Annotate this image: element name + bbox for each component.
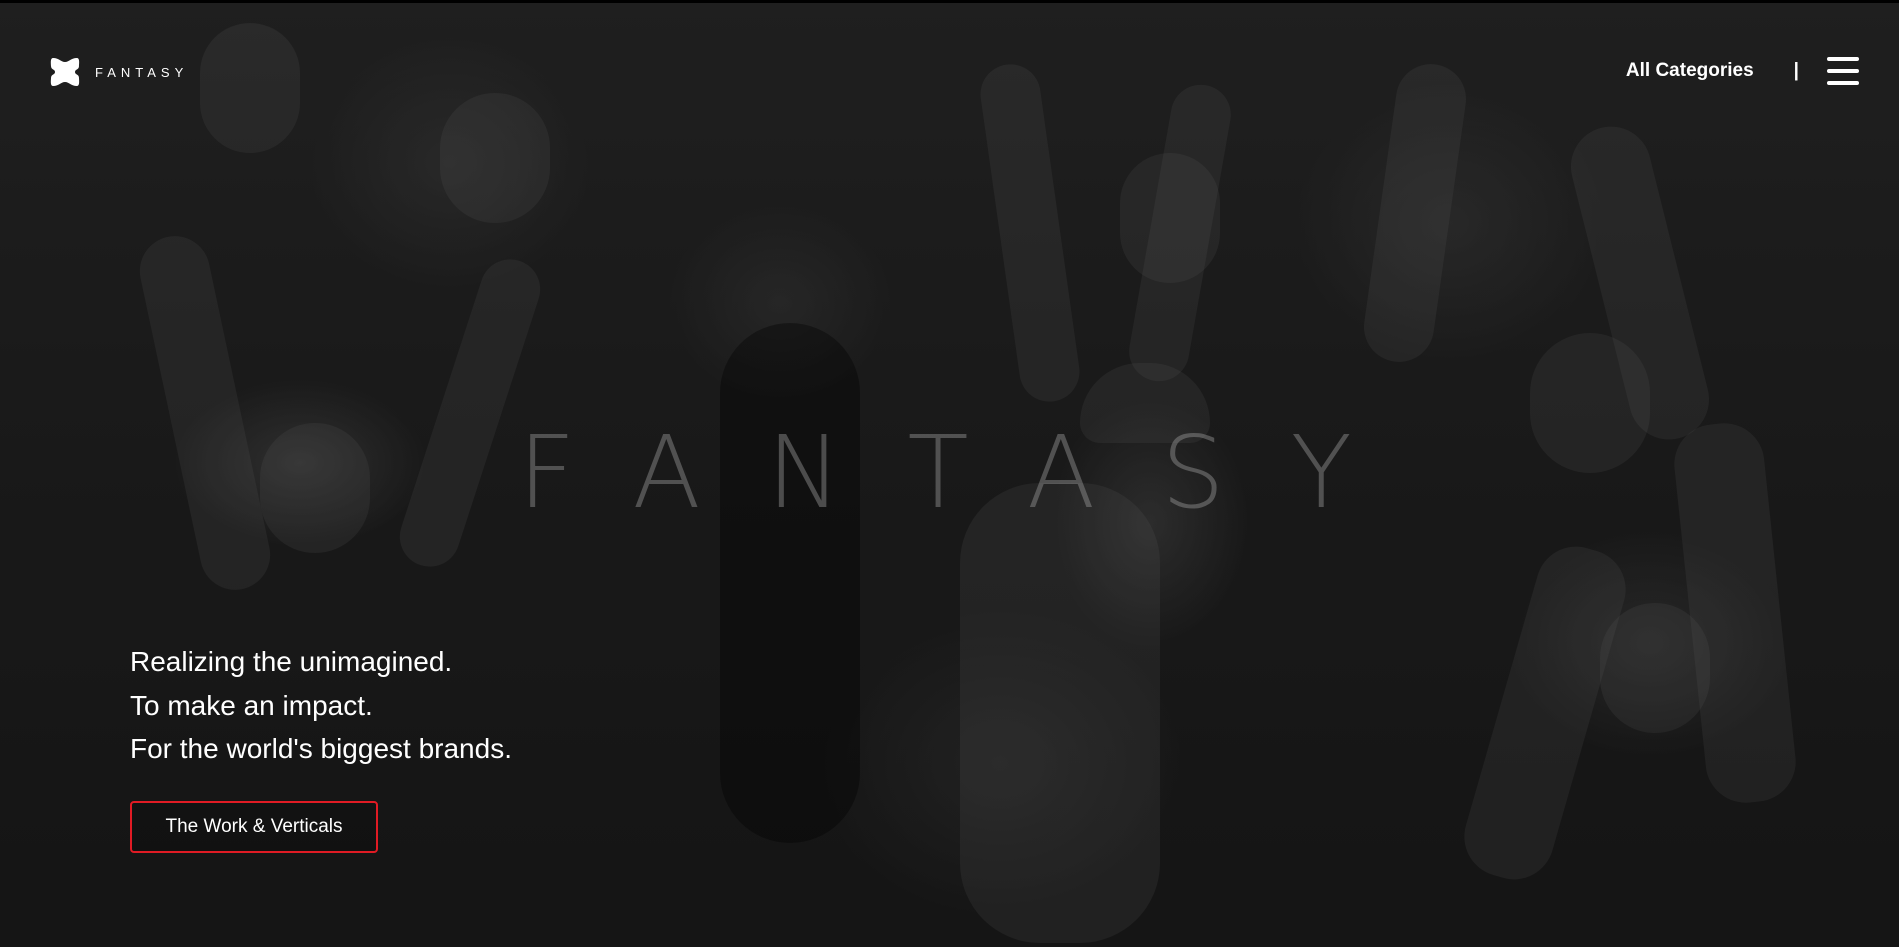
menu-bar	[1827, 69, 1859, 73]
fantasy-logo-icon	[50, 58, 80, 86]
tagline-line: Realizing the unimagined.	[130, 646, 453, 677]
tagline-line: To make an impact.	[130, 689, 373, 721]
hero-tagline: Realizing the unimagined. To make an imp…	[130, 640, 512, 771]
menu-bar	[1827, 57, 1859, 61]
top-navigation: All Categories |	[1626, 57, 1859, 85]
site-logo[interactable]: FANTASY	[49, 56, 188, 88]
logo-wordmark: FANTASY	[95, 64, 189, 80]
all-categories-link[interactable]: All Categories	[1626, 60, 1754, 82]
nav-separator: |	[1793, 60, 1799, 81]
menu-bar	[1827, 81, 1859, 85]
tagline-line: For the world's biggest brands.	[130, 733, 512, 764]
work-and-verticals-button[interactable]: The Work & Verticals	[130, 801, 378, 853]
hero-section: FANTASY All Categories | FANTASY Realizi…	[0, 0, 1899, 947]
brand-watermark: FANTASY	[518, 414, 1418, 531]
hamburger-menu-icon[interactable]	[1827, 57, 1859, 85]
